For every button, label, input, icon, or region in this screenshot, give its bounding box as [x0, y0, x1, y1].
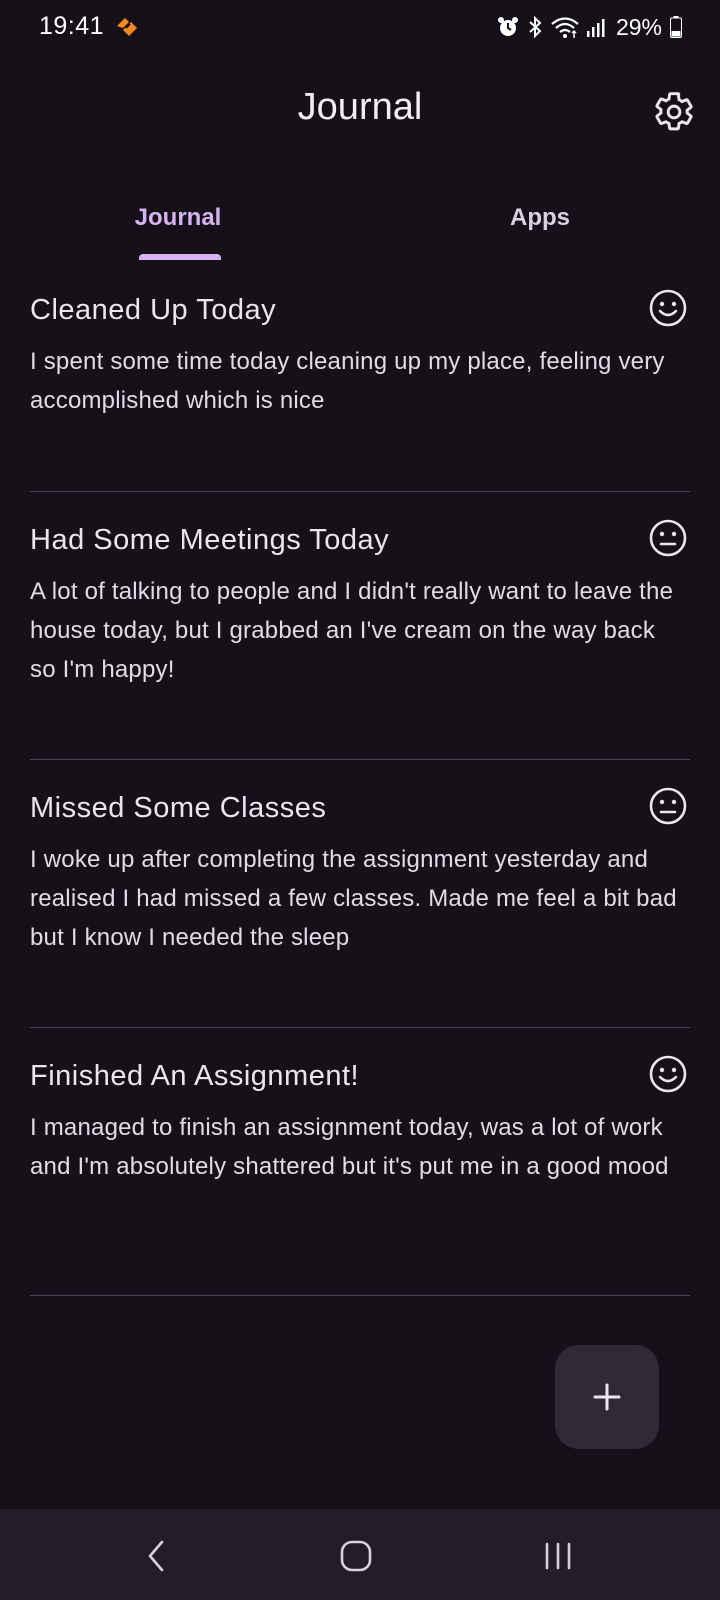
- home-button[interactable]: [326, 1531, 386, 1581]
- happy-face-icon: [649, 1055, 687, 1093]
- system-nav-bar: [0, 1509, 720, 1600]
- divider: [30, 1027, 690, 1028]
- entry-title: Had Some Meetings Today: [30, 524, 390, 556]
- entry-body: A lot of talking to people and I didn't …: [30, 578, 674, 683]
- tab-apps[interactable]: Apps: [450, 204, 630, 232]
- page-title: Journal: [297, 86, 423, 128]
- settings-button[interactable]: [652, 90, 696, 134]
- battery-percentage: 29%: [615, 13, 662, 40]
- happy-face-icon: [649, 289, 687, 327]
- notification-app-icon: [117, 18, 137, 36]
- entry-title: Finished An Assignment!: [30, 1060, 360, 1092]
- status-bar: 19:41 29%: [0, 0, 720, 56]
- recents-icon: [545, 1542, 571, 1570]
- neutral-face-icon: [649, 519, 687, 557]
- wifi-icon: [551, 17, 579, 38]
- entry-body: I spent some time today cleaning up my p…: [30, 348, 665, 414]
- divider: [30, 491, 690, 492]
- entry-body: I woke up after completing the assignmen…: [30, 846, 677, 951]
- entry-title: Cleaned Up Today: [30, 294, 277, 326]
- home-icon: [340, 1540, 372, 1572]
- recents-button[interactable]: [528, 1531, 588, 1581]
- battery-icon: [670, 16, 682, 38]
- tab-bar: Journal Apps: [0, 190, 720, 266]
- neutral-face-icon: [649, 787, 687, 825]
- signal-icon: [586, 19, 605, 37]
- tab-selected-indicator: [139, 254, 221, 260]
- back-button[interactable]: [126, 1531, 186, 1581]
- back-chevron-icon: [148, 1540, 164, 1572]
- alarm-icon: [497, 17, 518, 36]
- add-entry-button[interactable]: [555, 1345, 659, 1449]
- tab-journal[interactable]: Journal: [88, 204, 268, 232]
- gear-icon: [655, 92, 693, 131]
- status-icons: 29%: [496, 12, 682, 42]
- bluetooth-icon: [529, 15, 542, 39]
- divider: [30, 1295, 690, 1296]
- status-time: 19:41: [39, 12, 105, 40]
- plus-icon: [593, 1383, 621, 1411]
- divider: [30, 759, 690, 760]
- entry-title: Missed Some Classes: [30, 792, 327, 824]
- entry-body: I managed to finish an assignment today,…: [30, 1114, 669, 1180]
